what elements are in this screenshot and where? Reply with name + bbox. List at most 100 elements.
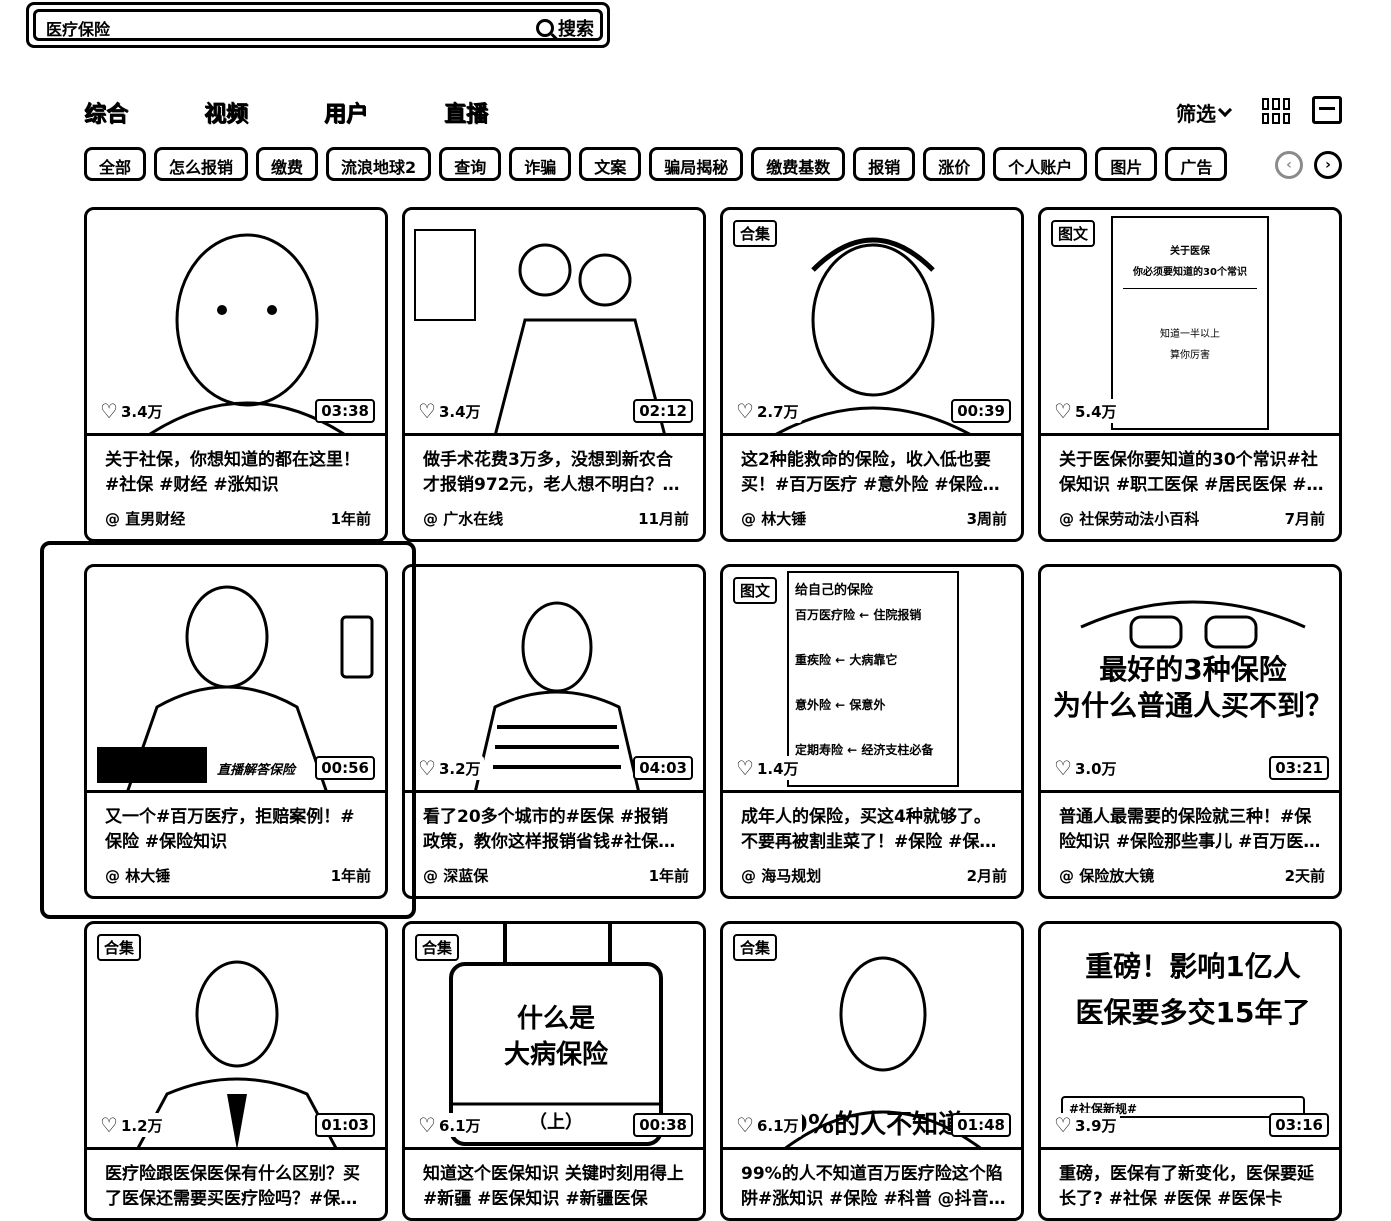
card-title[interactable]: 看了20多个城市的#医保 #报销 政策，教你这样报销省钱#社保 #… [423, 805, 689, 855]
video-card[interactable]: 重磅！影响1亿人 医保要多交15年了 #社保新规# ♡ 3.9万 03:16 重磅… [1038, 921, 1342, 1221]
chip[interactable]: 文案 [579, 147, 642, 181]
duration: 01:48 [951, 1113, 1011, 1137]
chip[interactable]: 报销 [853, 147, 916, 181]
author[interactable]: @ 林大锤 [105, 865, 170, 886]
card-title[interactable]: 99%的人不知道百万医疗险这个陷阱#涨知识 #保险 #科普 @抖音… [741, 1162, 1007, 1212]
video-card[interactable]: ♡ 3.4万 03:38 关于社保，你想知道的都在这里！#社保 #财经 #涨知识 … [84, 207, 388, 542]
chip[interactable]: 图片 [1095, 147, 1158, 181]
image-thumbnail: 给自己的保险 百万医疗险 ← 住院报销 重疾险 ← 大病靠它 意外险 ← 保意外… [723, 567, 1021, 793]
video-card[interactable]: 99%的人不知道 合集 ♡ 6.1万 01:48 99%的人不知道百万医疗险这个陷… [720, 921, 1024, 1221]
chevron-down-icon [1217, 102, 1233, 118]
video-card[interactable]: 最好的3种保险 为什么普通人买不到？ ♡ 3.0万 03:21 普通人最需要的保险… [1038, 564, 1342, 899]
video-card[interactable]: ♡ 3.4万 02:12 做手术花费3万多，没想到新农合才报销972元，老人想不明… [402, 207, 706, 542]
chip[interactable]: 查询 [439, 147, 502, 181]
post-time: 7月前 [1284, 510, 1325, 528]
heart-icon: ♡ [1054, 756, 1072, 780]
overlay-headline: 最好的3种保险 [1099, 653, 1287, 686]
card-title[interactable]: 又一个#百万医疗，拒赔案例！#保险 #保险知识 [105, 805, 371, 855]
video-card[interactable]: 合集 ♡ 1.2万 01:03 医疗险跟医保医保有什么区别？买了医保还需要买医疗险… [84, 921, 388, 1221]
duration: 03:16 [1269, 1113, 1329, 1137]
card-title[interactable]: 做手术花费3万多，没想到新农合才报销972元，老人想不明白？#… [423, 448, 689, 498]
heart-icon: ♡ [418, 399, 436, 423]
author[interactable]: @ 林大锤 [741, 508, 806, 529]
document-preview: 关于医保 你必须要知道的30个常识 知道一半以上 算你厉害 [1111, 216, 1269, 430]
card-title[interactable]: 知道这个医保知识 关键时刻用得上 #新疆 #医保知识 #新疆医保 [423, 1162, 689, 1212]
collection-badge: 合集 [97, 934, 142, 961]
heart-icon: ♡ [736, 1113, 754, 1137]
chip-next-icon[interactable]: › [1314, 151, 1342, 179]
chip-prev-icon[interactable]: ‹ [1275, 151, 1303, 179]
chip[interactable]: 个人账户 [993, 147, 1088, 181]
tab-video[interactable]: 视频 [204, 96, 324, 128]
author[interactable]: @ 海马规划 [741, 865, 821, 886]
collection-badge: 合集 [415, 934, 460, 961]
video-card[interactable]: 直播解答保险 00:56 又一个#百万医疗，拒赔案例！#保险 #保险知识 @ 林… [84, 564, 388, 899]
video-thumbnail: 什么是 大病保险 （上） 合集 ♡ 6.1万 00:38 [405, 924, 703, 1150]
video-thumbnail: ♡ 3.2万 04:03 [405, 567, 703, 793]
like-count: ♡ 3.0万 [1051, 756, 1120, 780]
image-text-badge: 图文 [1051, 220, 1096, 247]
chip[interactable]: 诈骗 [509, 147, 572, 181]
card-title[interactable]: 成年人的保险，买这4种就够了。不要再被割韭菜了！#保险 #保险… [741, 805, 1007, 855]
heart-icon: ♡ [736, 756, 754, 780]
author[interactable]: @ 深蓝保 [423, 865, 488, 886]
card-title[interactable]: 关于社保，你想知道的都在这里！#社保 #财经 #涨知识 [105, 448, 371, 498]
collection-badge: 合集 [733, 220, 778, 247]
author[interactable]: @ 广水在线 [423, 508, 503, 529]
card-title[interactable]: 普通人最需要的保险就三种！#保险知识 #保险那些事儿 #百万医… [1059, 805, 1325, 855]
chip[interactable]: 缴费基数 [751, 147, 846, 181]
tab-live[interactable]: 直播 [444, 96, 564, 128]
search-input[interactable] [46, 18, 526, 37]
image-card[interactable]: 关于医保 你必须要知道的30个常识 知道一半以上 算你厉害 图文 ♡ 5.4万 关… [1038, 207, 1342, 542]
author[interactable]: @ 保险放大镜 [1059, 865, 1154, 886]
search-button[interactable]: 搜索 [536, 15, 594, 41]
chip-all[interactable]: 全部 [84, 147, 147, 181]
card-title[interactable]: 这2种能救命的保险，收入低也要买！#百万医疗 #意外险 #保险知识 [741, 448, 1007, 498]
post-time: 3周前 [966, 510, 1007, 528]
duration: 03:21 [1269, 756, 1329, 780]
like-count: ♡ 3.9万 [1051, 1113, 1120, 1137]
like-count: ♡ 3.2万 [415, 756, 484, 780]
result-tabs: 综合 视频 用户 直播 [84, 96, 564, 128]
filter-button[interactable]: 筛选 [1176, 98, 1233, 127]
filter-label: 筛选 [1176, 102, 1216, 126]
chip[interactable]: 流浪地球2 [326, 147, 432, 181]
like-count: ♡ 6.1万 [733, 1113, 802, 1137]
grid-view-icon[interactable] [1262, 98, 1290, 124]
post-time: 11月前 [638, 510, 689, 528]
sign-line-1: 什么是 [516, 1004, 595, 1034]
post-time: 2月前 [966, 867, 1007, 885]
search-box: 搜索 [33, 9, 603, 41]
chip[interactable]: 缴费 [256, 147, 319, 181]
video-thumbnail: 合集 ♡ 2.7万 00:39 [723, 210, 1021, 436]
card-title[interactable]: 重磅，医保有了新变化，医保要延长了? #社保 #医保 #医保卡 [1059, 1162, 1325, 1212]
search-button-label: 搜索 [558, 19, 594, 40]
video-card[interactable]: 合集 ♡ 2.7万 00:39 这2种能救命的保险，收入低也要买！#百万医疗 #意… [720, 207, 1024, 542]
video-thumbnail: 最好的3种保险 为什么普通人买不到？ ♡ 3.0万 03:21 [1041, 567, 1339, 793]
live-overlay-text: 直播解答保险 [217, 763, 296, 778]
duration: 01:03 [315, 1113, 375, 1137]
video-card[interactable]: ♡ 3.2万 04:03 看了20多个城市的#医保 #报销 政策，教你这样报销省钱… [402, 564, 706, 899]
author[interactable]: @ 直男财经 [105, 508, 185, 529]
tab-all[interactable]: 综合 [84, 96, 204, 128]
chip[interactable]: 骗局揭秘 [649, 147, 744, 181]
video-card[interactable]: 什么是 大病保险 （上） 合集 ♡ 6.1万 00:38 知道这个医保知识 关键时… [402, 921, 706, 1221]
chip[interactable]: 怎么报销 [154, 147, 249, 181]
heart-icon: ♡ [1054, 1113, 1072, 1137]
filter-chips: 全部 怎么报销 缴费 流浪地球2 查询 诈骗 文案 骗局揭秘 缴费基数 报销 涨… [84, 147, 1264, 181]
image-card[interactable]: 给自己的保险 百万医疗险 ← 住院报销 重疾险 ← 大病靠它 意外险 ← 保意外… [720, 564, 1024, 899]
tab-user[interactable]: 用户 [324, 96, 444, 128]
card-title[interactable]: 关于医保你要知道的30个常识#社保知识 #职工医保 #居民医保 #… [1059, 448, 1325, 498]
video-thumbnail: ♡ 3.4万 02:12 [405, 210, 703, 436]
like-count: ♡ 1.2万 [97, 1113, 166, 1137]
video-thumbnail: 合集 ♡ 1.2万 01:03 [87, 924, 385, 1150]
heart-icon: ♡ [418, 1113, 436, 1137]
duration: 00:38 [633, 1113, 693, 1137]
card-title[interactable]: 医疗险跟医保医保有什么区别？买了医保还需要买医疗险吗？#保… [105, 1162, 371, 1212]
like-count: ♡ 3.4万 [415, 399, 484, 423]
chip[interactable]: 广告 [1165, 147, 1228, 181]
like-count: ♡ 1.4万 [733, 756, 802, 780]
list-view-icon[interactable] [1312, 96, 1342, 124]
author[interactable]: @ 社保劳动法小百科 [1059, 508, 1199, 529]
chip[interactable]: 涨价 [923, 147, 986, 181]
